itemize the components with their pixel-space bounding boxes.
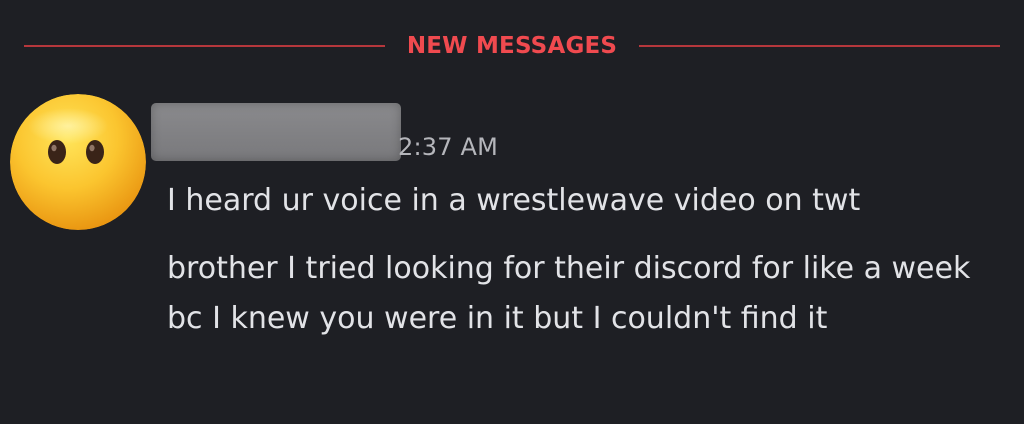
chat-message-view: NEW MESSAGES 2:37 AM I heard ur voice in… (0, 0, 1024, 424)
message-timestamp[interactable]: 2:37 AM (398, 132, 498, 162)
divider-line-left (24, 45, 385, 47)
neutral-face-emoji-icon (10, 94, 146, 230)
new-messages-label: NEW MESSAGES (406, 33, 618, 59)
redacted-username[interactable] (151, 103, 401, 161)
divider-line-right (639, 45, 1001, 47)
new-messages-divider: NEW MESSAGES (24, 28, 1001, 64)
message-text: I heard ur voice in a wrestlewave video … (167, 183, 861, 218)
message-text: brother I tried looking for their discor… (167, 251, 971, 336)
avatar-emoji-icon[interactable] (10, 94, 146, 230)
